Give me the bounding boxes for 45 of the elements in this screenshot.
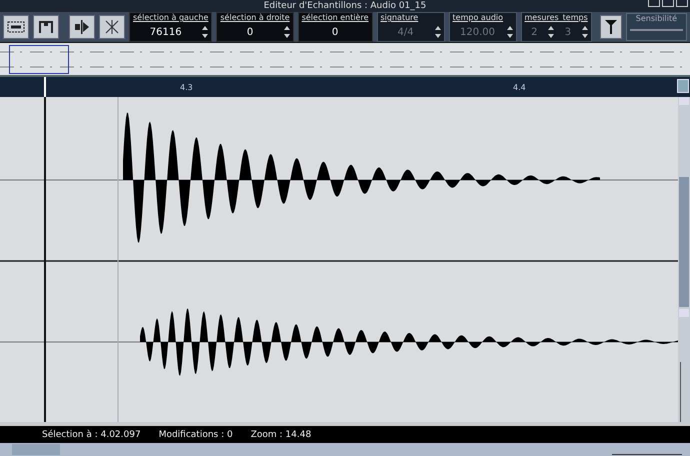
ruler-label: 4.3 [180, 83, 193, 92]
scroll-thumb[interactable] [12, 444, 60, 455]
overview-selection[interactable] [9, 45, 69, 74]
field-value: 3 [564, 26, 572, 38]
ruler-label: 4.4 [513, 83, 526, 92]
time-ruler[interactable]: 4.3 4.4 [0, 77, 690, 97]
field-value: 76116 [148, 26, 183, 38]
waveform-view[interactable] [0, 97, 678, 422]
field-value: 0 [246, 26, 254, 38]
field-label: sélection entière [302, 13, 369, 23]
filter-button[interactable] [600, 15, 622, 39]
status-text: Modifications : 0 [158, 430, 233, 440]
sensitivity-panel[interactable]: Sensibilité [626, 13, 687, 41]
bracket-icon [38, 20, 54, 34]
play-button[interactable] [69, 15, 95, 39]
minimize-button[interactable] [648, 0, 660, 7]
horizontal-scrollbar[interactable] [0, 443, 690, 456]
value-field[interactable]: sélection entière 0 [298, 12, 373, 42]
snap-button[interactable] [3, 15, 29, 39]
tool-button[interactable] [99, 15, 125, 39]
close-button[interactable] [676, 0, 688, 7]
field-label: sélection à droite [220, 13, 290, 23]
value-field[interactable]: sélection à droite 0 [216, 12, 294, 42]
field-label: sélection à gauche [133, 13, 208, 23]
window-title: Editeur d'Echantillons : Audio 01_15 [264, 1, 426, 12]
vertical-scrollbar[interactable] [678, 97, 690, 422]
field-value: 4/4 [396, 26, 415, 38]
status-text: Sélection à : 4.02.097 [42, 430, 141, 440]
field-value: 120.00 [459, 26, 496, 38]
field-label: tempo audio [452, 13, 504, 23]
value-field[interactable]: sélection à gauche 76116 [129, 12, 212, 42]
funnel-icon [604, 19, 617, 35]
brackets-icon [7, 20, 25, 34]
loop-button[interactable] [33, 15, 59, 39]
field-label: signature [380, 13, 420, 23]
play-icon [74, 19, 90, 35]
spinner-icon[interactable] [284, 25, 290, 39]
sensitivity-label: Sensibilité [636, 14, 678, 23]
field-value: 2 [530, 26, 539, 38]
field-value: 0 [330, 26, 340, 38]
scroll-thumb[interactable] [679, 177, 689, 307]
field-label: mesures_temps [524, 13, 588, 23]
spinner-icon[interactable] [202, 25, 208, 39]
status-text: Zoom : 14.48 [250, 430, 312, 440]
maximize-button[interactable] [662, 0, 674, 7]
